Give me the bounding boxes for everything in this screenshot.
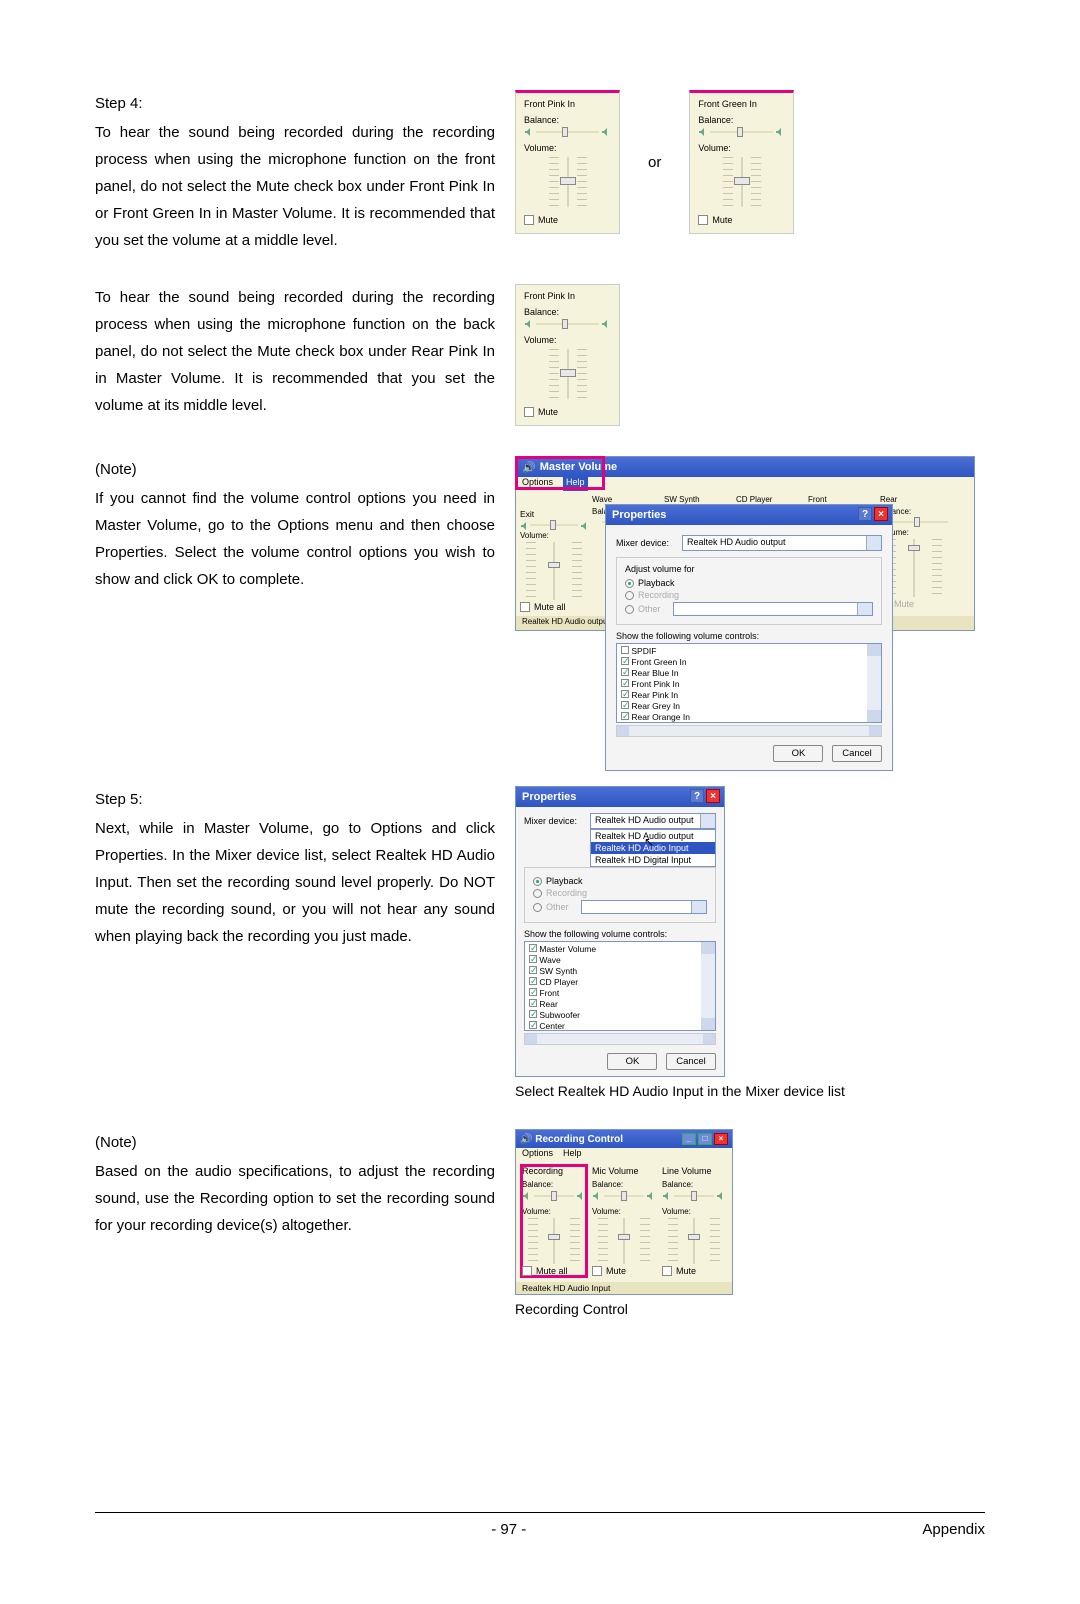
panel-title: Front Pink In [524,99,611,109]
mute-checkbox[interactable]: Mute [524,215,611,225]
speaker-right-icon [601,319,611,329]
mute-checkbox[interactable]: Mute [524,407,611,417]
close-button[interactable]: × [706,789,720,803]
speaker-right-icon [601,127,611,137]
front-green-panel: Front Green In Balance: Volume: Mute [689,90,794,234]
maximize-button[interactable]: □ [698,1133,712,1145]
cancel-button[interactable]: Cancel [666,1053,716,1070]
mute-all-checkbox[interactable]: Mute all [522,1266,586,1276]
balance-slider[interactable] [592,1191,656,1201]
h-scrollbar[interactable] [524,1033,716,1045]
playback-radio[interactable]: Playback [625,578,873,588]
minimize-button[interactable]: _ [682,1133,696,1145]
speaker-left-icon [524,127,534,137]
mute-checkbox[interactable]: Mute [592,1266,656,1276]
page-number: - 97 - [491,1521,526,1538]
or-text: or [648,154,661,171]
balance-slider[interactable] [524,127,611,137]
speaker-icon: 🔊 [520,1134,532,1145]
section-label: Appendix [922,1521,985,1538]
note2-text: Based on the audio specifications, to ad… [95,1158,495,1239]
balance-slider[interactable] [522,1191,586,1201]
ok-button[interactable]: OK [607,1053,657,1070]
balance-slider[interactable] [698,127,785,137]
volume-slider[interactable] [522,1218,586,1264]
front-pink-panel: Front Pink In Balance: Volume: Mute [515,90,620,234]
ok-button[interactable]: OK [773,745,823,762]
status-bar: Realtek HD Audio Input [516,1282,732,1294]
cursor-icon: ↖ [644,835,654,849]
cancel-button[interactable]: Cancel [832,745,882,762]
playback-radio[interactable]: Playback [533,876,707,886]
properties-dialog-step5: Properties ?× Mixer device: Realtek HD A… [515,786,725,1077]
close-button[interactable]: × [714,1133,728,1145]
menu-help[interactable]: Help [563,1148,582,1162]
menu-options[interactable]: Options [522,477,553,491]
speaker-left-icon [524,319,534,329]
recording-control-window: 🔊 Recording Control _ □ × Options Help R… [515,1129,733,1295]
volume-slider[interactable] [717,157,767,207]
volume-slider[interactable] [520,542,588,600]
volume-slider[interactable] [543,157,593,207]
scrollbar[interactable] [867,644,881,722]
scrollbar[interactable] [701,942,715,1030]
step5-caption: Select Realtek HD Audio Input in the Mix… [515,1083,985,1099]
speaker-icon: 🔊 [522,461,536,474]
volume-slider[interactable] [543,349,593,399]
step4-para1: To hear the sound being recorded during … [95,119,495,254]
menu-options[interactable]: Options [522,1148,553,1162]
menu-exit[interactable]: Exit [520,509,588,519]
help-button[interactable]: ? [858,507,872,521]
speaker-left-icon [698,127,708,137]
mixer-device-select[interactable]: Realtek HD Audio output [682,535,882,551]
mixer-device-select[interactable]: Realtek HD Audio output [590,813,716,829]
other-radio: Other [625,602,873,616]
mute-all-checkbox[interactable]: Mute all [520,602,588,612]
recording-caption: Recording Control [515,1301,985,1317]
help-button[interactable]: ? [690,789,704,803]
menu-help[interactable]: Help [563,477,588,491]
note2-title: (Note) [95,1129,495,1156]
balance-slider[interactable] [662,1191,726,1201]
close-button[interactable]: × [874,507,888,521]
note1-title: (Note) [95,456,495,483]
recording-column: Recording Balance: Volume: Mute all [522,1166,586,1276]
volume-slider[interactable] [592,1218,656,1264]
h-scrollbar[interactable] [616,725,882,737]
step4-title: Step 4: [95,90,495,117]
volume-slider[interactable] [662,1218,726,1264]
recording-radio[interactable]: Recording [625,590,873,600]
step4-para2: To hear the sound being recorded during … [95,284,495,419]
volume-controls-list[interactable]: SPDIF Front Green In Rear Blue In Front … [616,643,882,723]
volume-controls-list[interactable]: Master Volume Wave SW Synth CD Player Fr… [524,941,716,1031]
speaker-right-icon [775,127,785,137]
balance-slider[interactable] [520,521,588,529]
properties-dialog: Properties ?× Mixer device: Realtek HD A… [605,504,893,771]
mute-checkbox[interactable]: Mute [662,1266,726,1276]
rear-pink-panel: Front Pink In Balance: Volume: Mute [515,284,620,426]
step5-title: Step 5: [95,786,495,813]
step5-text: Next, while in Master Volume, go to Opti… [95,815,495,950]
balance-slider[interactable] [524,319,611,329]
master-volume-composite: 🔊Master Volume Options Help Master Volum… [515,456,975,756]
note1-text: If you cannot find the volume control op… [95,485,495,593]
mute-checkbox[interactable]: Mute [698,215,785,225]
